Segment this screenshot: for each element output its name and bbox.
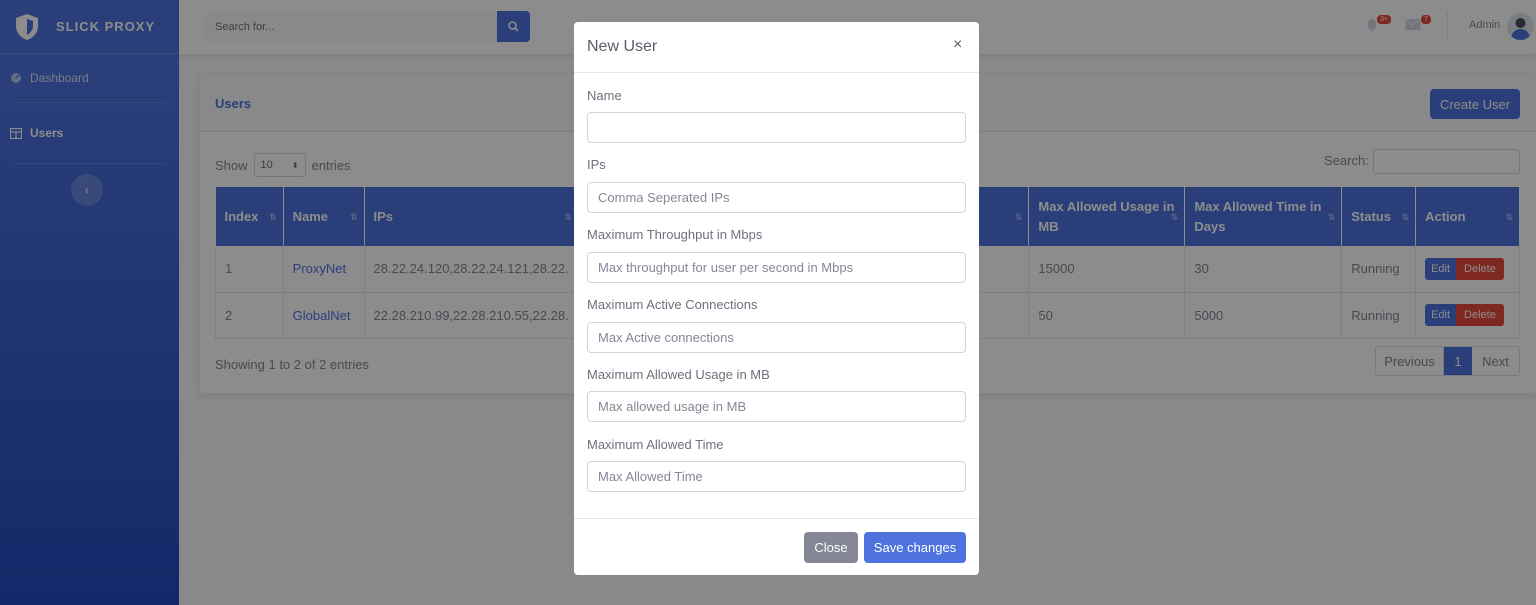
- ips-field[interactable]: [587, 182, 966, 213]
- connections-field[interactable]: [587, 322, 966, 353]
- usage-label: Maximum Allowed Usage in MB: [587, 367, 770, 382]
- throughput-label: Maximum Throughput in Mbps: [587, 227, 763, 242]
- ips-label: IPs: [587, 157, 606, 172]
- time-label: Maximum Allowed Time: [587, 437, 724, 452]
- name-label: Name: [587, 88, 622, 103]
- name-field[interactable]: [587, 112, 966, 143]
- close-icon[interactable]: ×: [953, 36, 962, 54]
- throughput-field[interactable]: [587, 252, 966, 283]
- connections-label: Maximum Active Connections: [587, 297, 758, 312]
- modal-title: New User: [587, 38, 658, 55]
- time-field[interactable]: [587, 461, 966, 492]
- modal-footer: Close Save changes: [574, 518, 979, 575]
- save-button[interactable]: Save changes: [864, 532, 966, 563]
- new-user-modal: New User × Name IPs Maximum Throughput i…: [574, 22, 979, 575]
- modal-header: New User ×: [574, 22, 979, 73]
- usage-field[interactable]: [587, 391, 966, 422]
- close-button[interactable]: Close: [804, 532, 858, 563]
